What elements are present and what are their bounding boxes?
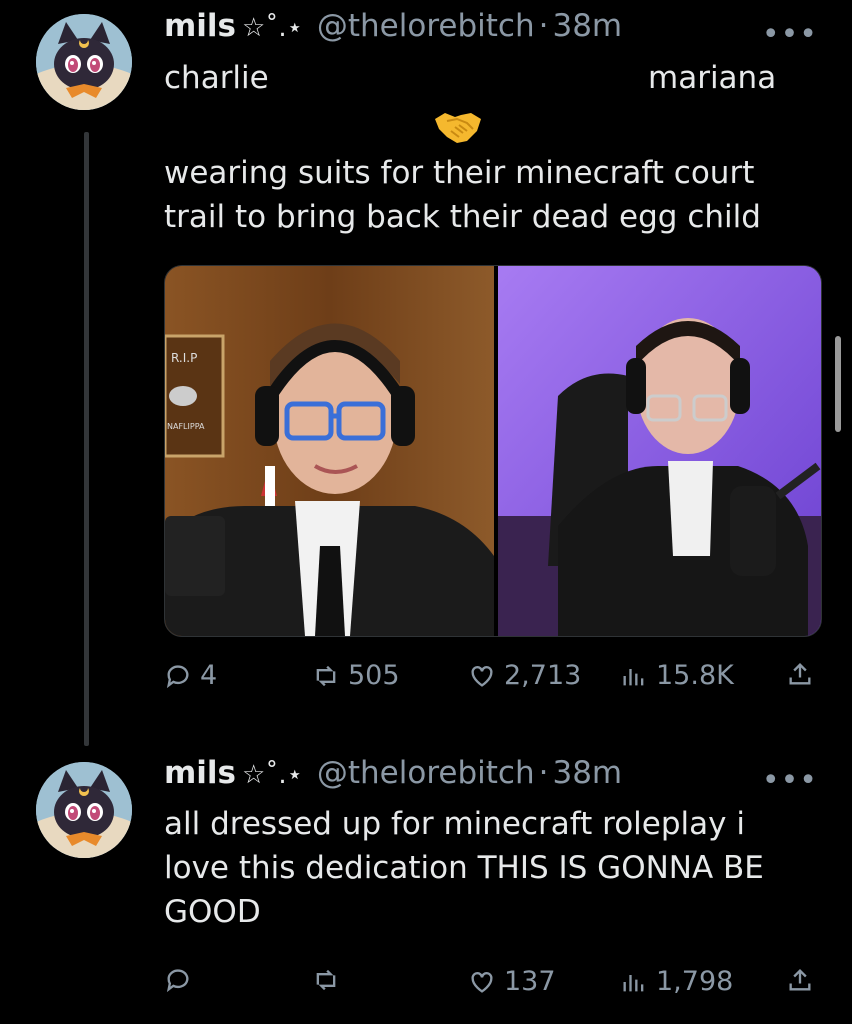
share-icon	[789, 969, 811, 991]
tweet-actions: 137 1,798	[164, 966, 820, 1006]
timestamp[interactable]: 38m	[552, 8, 622, 44]
reply-icon	[166, 664, 189, 688]
handle[interactable]: @thelorebitch	[317, 8, 535, 44]
repost-icon	[316, 969, 336, 991]
share-icon	[789, 663, 811, 685]
cat-avatar-image	[36, 762, 132, 858]
media-photo-mariana[interactable]	[498, 266, 821, 636]
more-icon[interactable]: •••	[762, 20, 818, 50]
label-charlie: charlie	[164, 60, 269, 96]
tweet-header: mils ☆˚.⋆ @thelorebitch · 38m	[164, 8, 622, 44]
reply-icon	[166, 969, 189, 993]
photo-charlie: R.I.P NAFLIPPA	[165, 266, 494, 636]
views-icon	[623, 668, 644, 685]
tweet-body: wearing suits for their minecraft court …	[164, 155, 761, 235]
tweet-actions: 4 505 2,713 15.8K	[164, 660, 820, 700]
label-mariana: mariana	[648, 60, 777, 96]
like-icon	[471, 665, 493, 687]
views-button[interactable]: 15.8K	[620, 660, 734, 691]
more-icon[interactable]: •••	[762, 766, 818, 796]
repost-button[interactable]	[312, 966, 348, 994]
repost-count: 505	[348, 660, 400, 691]
handshake-emoji	[435, 113, 481, 143]
like-button[interactable]: 2,713	[468, 660, 581, 691]
reply-button[interactable]: 4	[164, 660, 217, 691]
repost-icon	[316, 665, 336, 686]
avatar[interactable]	[36, 14, 132, 110]
name-badge: ☆˚.⋆	[242, 760, 303, 790]
photo-mariana	[498, 266, 821, 636]
like-count: 137	[504, 966, 556, 997]
reply-button[interactable]	[164, 966, 200, 994]
media-grid[interactable]: R.I.P NAFLIPPA	[164, 265, 822, 637]
timestamp[interactable]: 38m	[552, 755, 622, 791]
cat-avatar-image	[36, 14, 132, 110]
share-button[interactable]	[786, 660, 814, 688]
scrollbar[interactable]	[835, 336, 841, 432]
rip-sign-title: R.I.P	[171, 351, 197, 365]
name-badge: ☆˚.⋆	[242, 13, 303, 43]
share-button[interactable]	[786, 966, 814, 994]
reply-count: 4	[200, 660, 218, 691]
repost-button[interactable]: 505	[312, 660, 400, 691]
avatar[interactable]	[36, 762, 132, 858]
views-count: 1,798	[656, 966, 734, 997]
like-count: 2,713	[504, 660, 582, 691]
like-icon	[471, 971, 493, 993]
views-button[interactable]: 1,798	[620, 966, 733, 997]
separator-dot: ·	[538, 8, 549, 44]
display-name[interactable]: mils	[164, 8, 236, 44]
views-count: 15.8K	[656, 660, 734, 691]
handle[interactable]: @thelorebitch	[317, 755, 535, 791]
thread-connector-line	[84, 132, 89, 746]
display-name[interactable]: mils	[164, 755, 236, 791]
media-photo-charlie[interactable]: R.I.P NAFLIPPA	[165, 266, 494, 636]
tweet-header: mils ☆˚.⋆ @thelorebitch · 38m	[164, 755, 622, 791]
tweet-body: all dressed up for minecraft roleplay i …	[164, 806, 764, 930]
views-icon	[623, 974, 644, 991]
rip-sign-name: NAFLIPPA	[167, 422, 205, 431]
like-button[interactable]: 137	[468, 966, 556, 997]
separator-dot: ·	[538, 755, 549, 791]
